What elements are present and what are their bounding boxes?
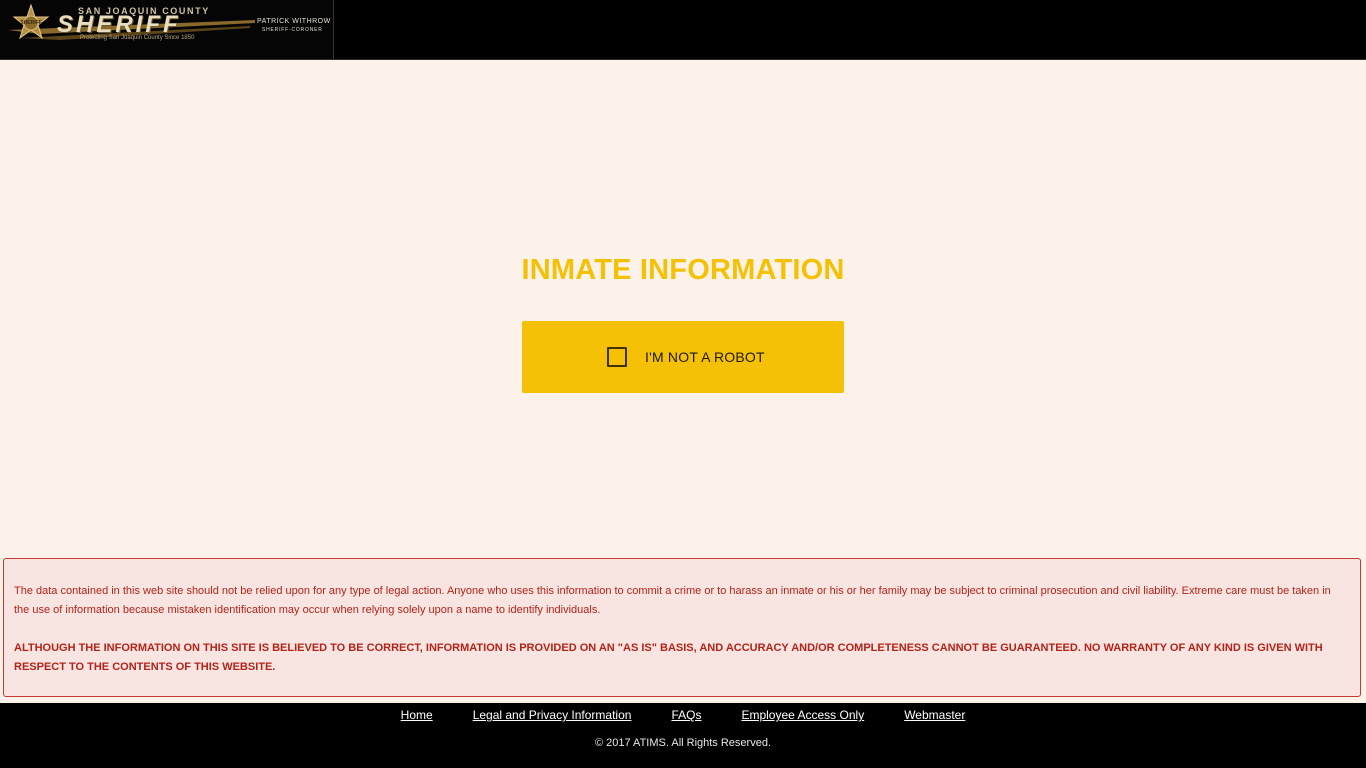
captcha-checkbox[interactable] [607, 347, 627, 367]
disclaimer-paragraph: The data contained in this web site shou… [14, 585, 1331, 616]
footer-link-home[interactable]: Home [401, 708, 433, 722]
footer-links: Home Legal and Privacy Information FAQs … [0, 708, 1366, 722]
footer-link-faqs[interactable]: FAQs [671, 708, 701, 722]
footer-copyright: © 2017 ATIMS. All Rights Reserved. [594, 737, 772, 749]
footer-link-legal[interactable]: Legal and Privacy Information [473, 708, 632, 722]
logo-sheriff-title: SHERIFF-CORONER [262, 27, 323, 33]
disclaimer-box: The data contained in this web site shou… [3, 558, 1361, 697]
logo-star-text: SHERIFF [20, 20, 42, 26]
footer: Home Legal and Privacy Information FAQs … [0, 703, 1366, 768]
footer-link-webmaster[interactable]: Webmaster [904, 708, 965, 722]
footer-link-employee[interactable]: Employee Access Only [741, 708, 864, 722]
logo-sheriff-name: PATRICK WITHROW [257, 18, 331, 25]
header-bar: SAN JOAQUIN COUNTY SHERIFF Protecting Sa… [0, 0, 1366, 60]
logo-motto-text: Protecting San Joaquin County Since 1850 [80, 35, 195, 41]
sheriff-logo[interactable]: SAN JOAQUIN COUNTY SHERIFF Protecting Sa… [0, 0, 334, 59]
captcha-label: I'M NOT A ROBOT [645, 349, 765, 365]
page-title: INMATE INFORMATION [521, 254, 845, 286]
captcha-button[interactable]: I'M NOT A ROBOT [522, 321, 844, 393]
disclaimer-warranty-paragraph: ALTHOUGH THE INFORMATION ON THIS SITE IS… [14, 642, 1323, 673]
